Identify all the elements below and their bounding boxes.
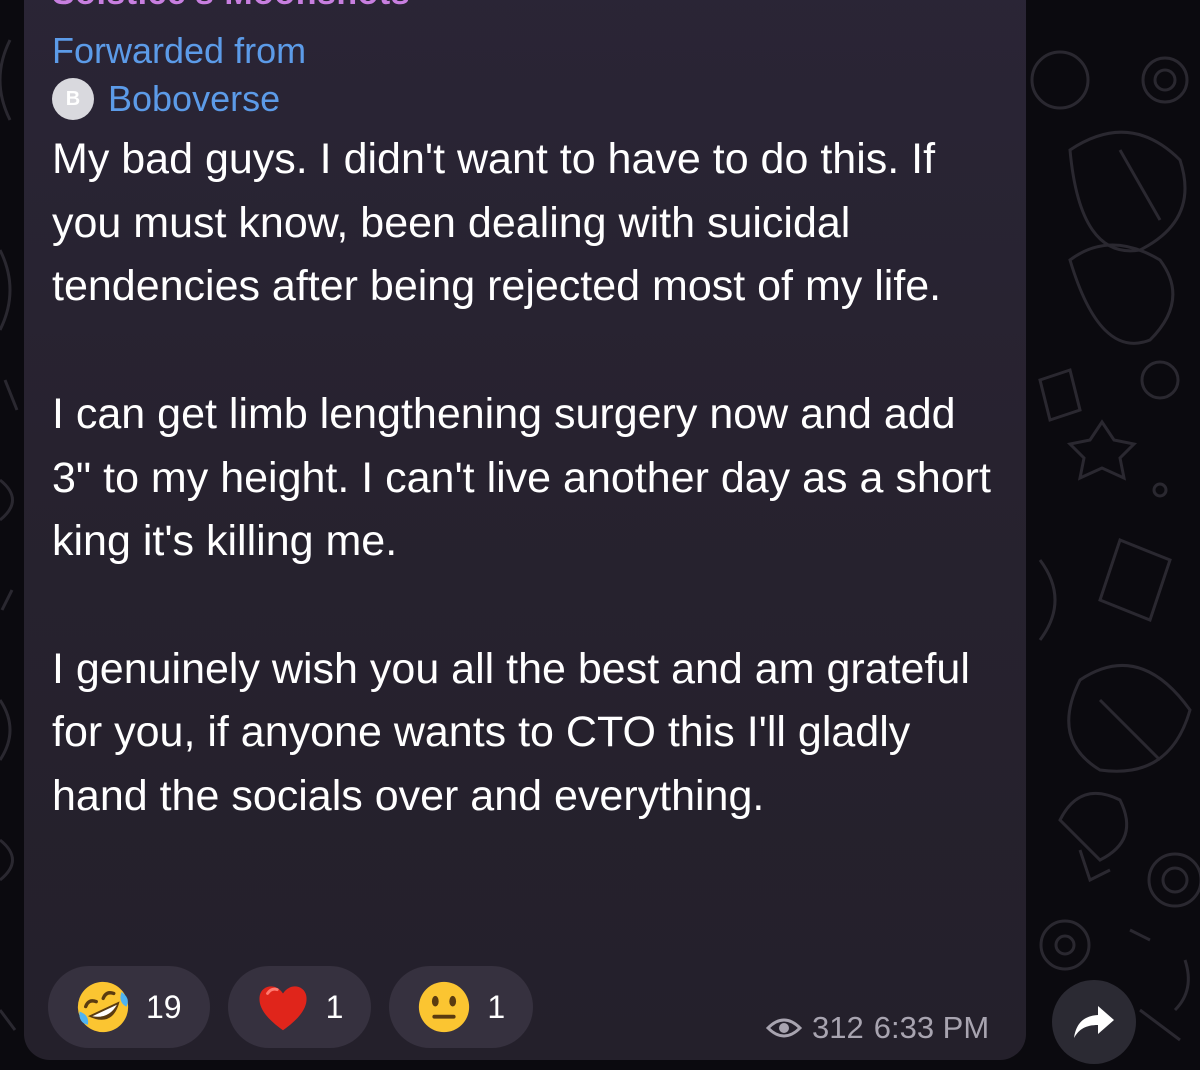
share-arrow-icon [1074,1006,1114,1038]
red-heart-emoji-icon [259,986,307,1031]
message-text: My bad guys. I didn't want to have to do… [52,128,1002,829]
reaction-neutral[interactable]: 1 [389,966,534,1048]
share-button[interactable] [1052,980,1136,1064]
reaction-heart[interactable]: 1 [227,966,372,1048]
forwarded-from-label: Forwarded from [52,30,307,71]
eye-icon [766,1018,802,1038]
rolling-laughing-emoji-icon [77,981,129,1033]
forwarded-source[interactable]: B Boboverse [52,78,280,120]
reaction-count: 19 [146,988,182,1025]
reaction-count: 1 [325,988,344,1025]
view-count: 312 [812,1010,864,1045]
message-paragraph: I can get limb lengthening surgery now a… [52,389,991,566]
message-meta: 312 6:33 PM [766,1010,989,1046]
reaction-count: 1 [487,988,506,1025]
reactions-bar: 19 1 1 [48,966,551,1048]
neutral-face-emoji-icon [419,981,470,1033]
reaction-laughing[interactable]: 19 [48,966,210,1048]
message-time: 6:33 PM [873,1010,990,1045]
source-name[interactable]: Boboverse [108,78,280,120]
source-avatar[interactable]: B [52,78,94,120]
channel-name[interactable]: Solstice's Moonshots [52,0,410,13]
message-paragraph: My bad guys. I didn't want to have to do… [52,135,942,311]
message-paragraph: I genuinely wish you all the best and am… [52,644,970,820]
